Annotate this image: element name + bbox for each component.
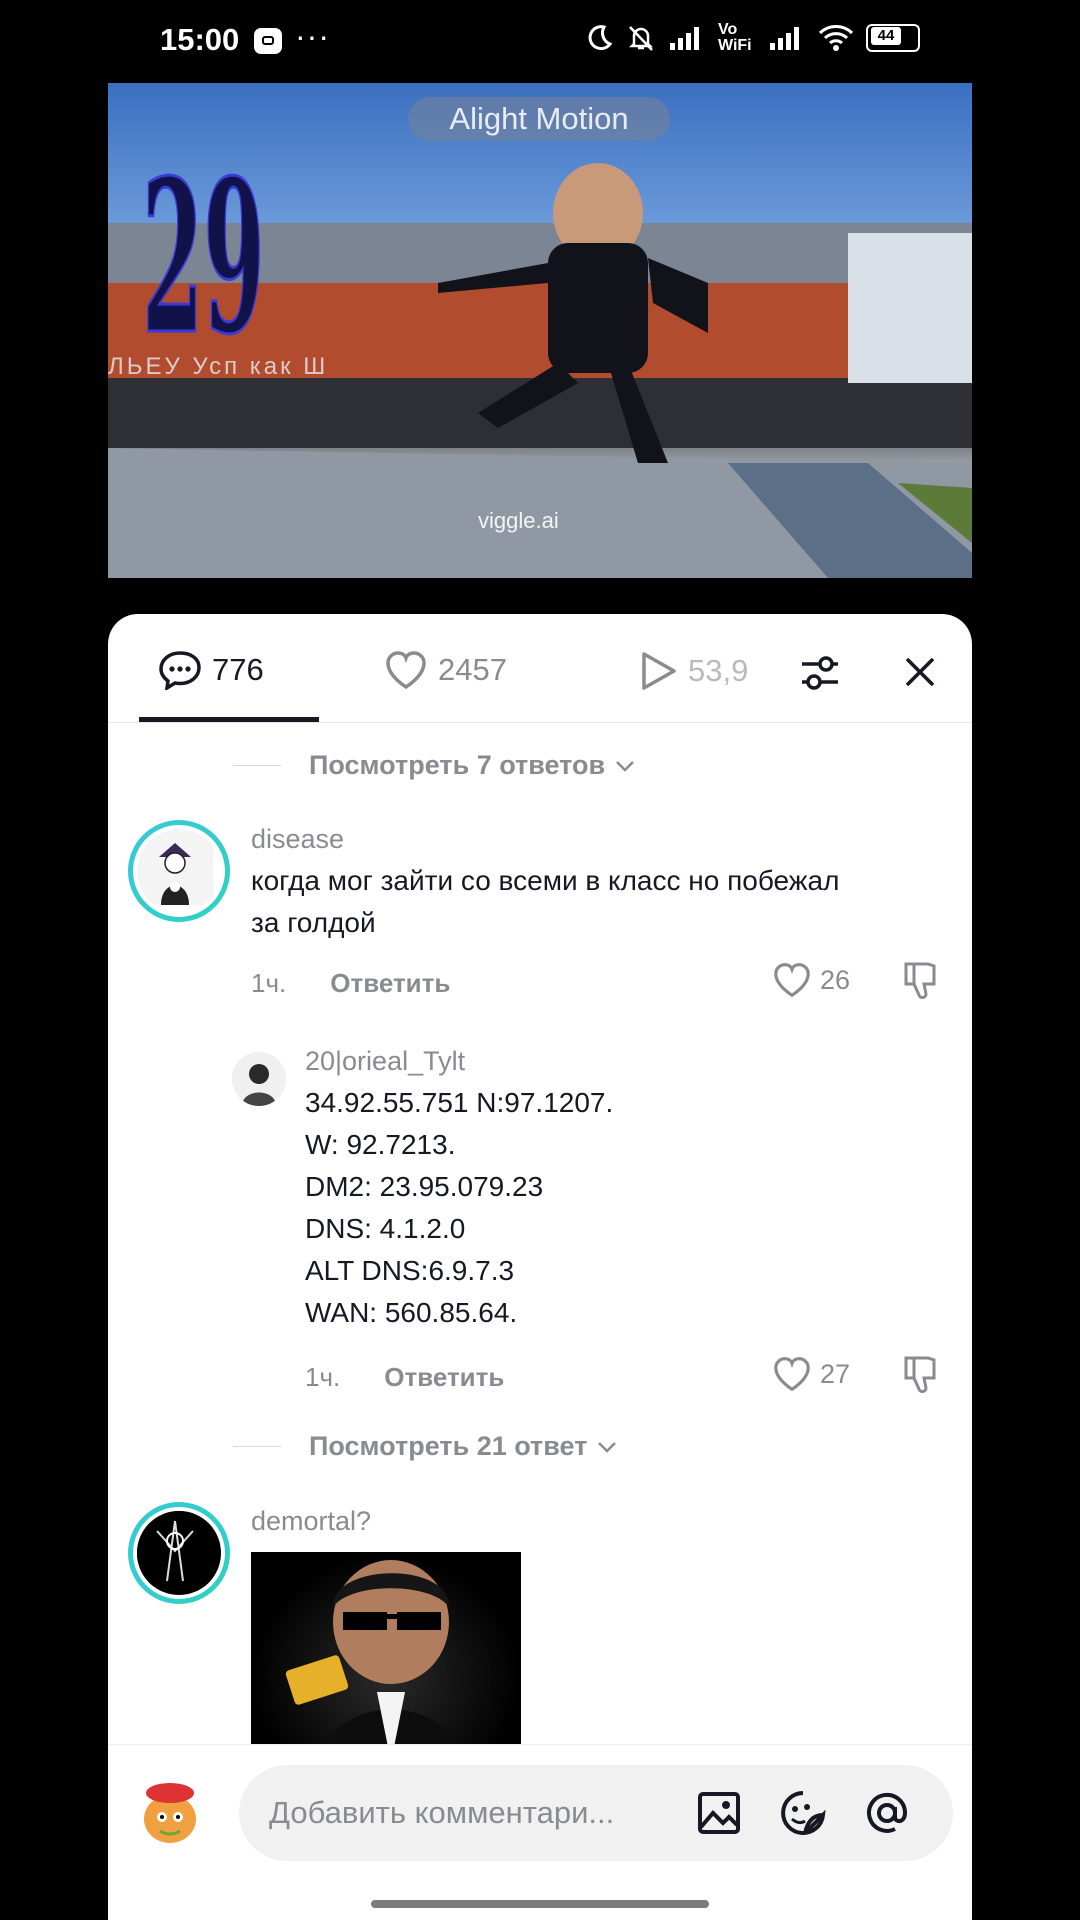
dislike-icon[interactable] <box>900 1354 940 1396</box>
play-icon <box>642 652 676 690</box>
reply-meta: 1ч. Ответить <box>305 1362 504 1393</box>
image-icon[interactable] <box>695 1789 743 1837</box>
sheet-tabs: 776 2457 53,9 <box>108 614 972 723</box>
comment-like-count: 26 <box>820 964 851 995</box>
reply-button[interactable]: Ответить <box>384 1362 504 1393</box>
avatar[interactable] <box>128 1502 230 1604</box>
status-time: 15:00 <box>160 22 240 57</box>
video-player[interactable]: ЛЬЕУ Усп как Ш Alight Motion 29 viggle.a… <box>108 83 972 578</box>
reply-like-button[interactable]: 27 <box>772 1356 850 1392</box>
tab-likes[interactable]: 2457 <box>384 650 507 690</box>
mute-bell-icon <box>628 26 654 51</box>
reply-like-count: 27 <box>820 1358 851 1389</box>
comment-text: когда мог зайти со всеми в класс но побе… <box>251 865 840 938</box>
tab-comments[interactable]: 776 <box>158 650 264 690</box>
active-tab-indicator <box>139 717 319 722</box>
comment-bubble-icon <box>159 651 201 690</box>
comment-input[interactable]: Добавить комментари... <box>239 1765 953 1861</box>
comment-image[interactable] <box>251 1552 521 1762</box>
overlay-number: 29 <box>141 134 265 381</box>
chevron-down-icon <box>616 760 635 772</box>
alight-motion-watermark: Alight Motion <box>408 97 670 141</box>
comment-username[interactable]: demortal? <box>251 1506 371 1537</box>
filter-sliders-icon[interactable] <box>798 652 842 694</box>
reply-avatar[interactable] <box>232 1052 286 1106</box>
avatar-image <box>133 1507 225 1599</box>
viggle-watermark: viggle.ai <box>478 508 559 533</box>
tab-views[interactable]: 53,9 <box>638 650 748 692</box>
comments-count: 776 <box>212 652 264 687</box>
comment-like-button[interactable]: 26 <box>772 962 850 998</box>
mention-icon[interactable] <box>863 1789 911 1837</box>
comment-input-bar: Добавить комментари... <box>108 1744 972 1920</box>
comment-meta: 1ч. Ответить <box>251 968 450 999</box>
divider <box>233 1446 281 1447</box>
signal-icon-2 <box>770 27 799 50</box>
more-notifications-indicator: ··· <box>295 18 330 54</box>
home-indicator[interactable] <box>371 1900 709 1908</box>
comment-username[interactable]: disease <box>251 824 344 855</box>
comment-input-placeholder: Добавить комментари... <box>269 1795 615 1830</box>
comments-sheet: 776 2457 53,9 Посмотреть 7 ответов disea… <box>108 614 972 1920</box>
dislike-icon[interactable] <box>900 960 940 1002</box>
reply-time: 1ч. <box>305 1362 341 1392</box>
reply-username[interactable]: 20|orieal_Tylt <box>305 1046 465 1077</box>
view-replies-label: Посмотреть 21 ответ <box>309 1431 588 1461</box>
battery-level: 44 <box>871 27 901 45</box>
avatar-image <box>133 825 225 917</box>
close-icon[interactable] <box>904 656 936 688</box>
battery-icon: 44 <box>866 24 920 52</box>
chevron-down-icon <box>598 1441 617 1453</box>
my-avatar[interactable] <box>130 1773 210 1853</box>
heart-icon <box>774 1357 810 1392</box>
divider <box>233 765 281 766</box>
view-replies-button[interactable]: Посмотреть 21 ответ <box>233 1431 617 1462</box>
emoji-sticker-icon[interactable] <box>779 1789 827 1837</box>
comment-time: 1ч. <box>251 968 287 998</box>
notification-app-icon <box>254 28 282 54</box>
heart-icon <box>386 651 426 690</box>
views-count: 53,9 <box>688 653 749 688</box>
reply-text: 34.92.55.751 N:97.1207. W: 92.7213. DM2:… <box>305 1087 614 1328</box>
likes-count: 2457 <box>438 652 507 687</box>
view-replies-button[interactable]: Посмотреть 7 ответов <box>233 750 635 781</box>
status-bar: 15:00 ··· Vo WiFi 44 <box>0 0 1080 84</box>
heart-icon <box>774 963 810 998</box>
reply-button[interactable]: Ответить <box>330 968 450 999</box>
avatar[interactable] <box>128 820 230 922</box>
view-replies-label: Посмотреть 7 ответов <box>309 750 606 780</box>
wifi-icon <box>818 25 854 51</box>
moon-icon <box>588 25 613 51</box>
signal-icon <box>670 27 699 50</box>
vowifi-label: Vo WiFi <box>718 21 752 54</box>
